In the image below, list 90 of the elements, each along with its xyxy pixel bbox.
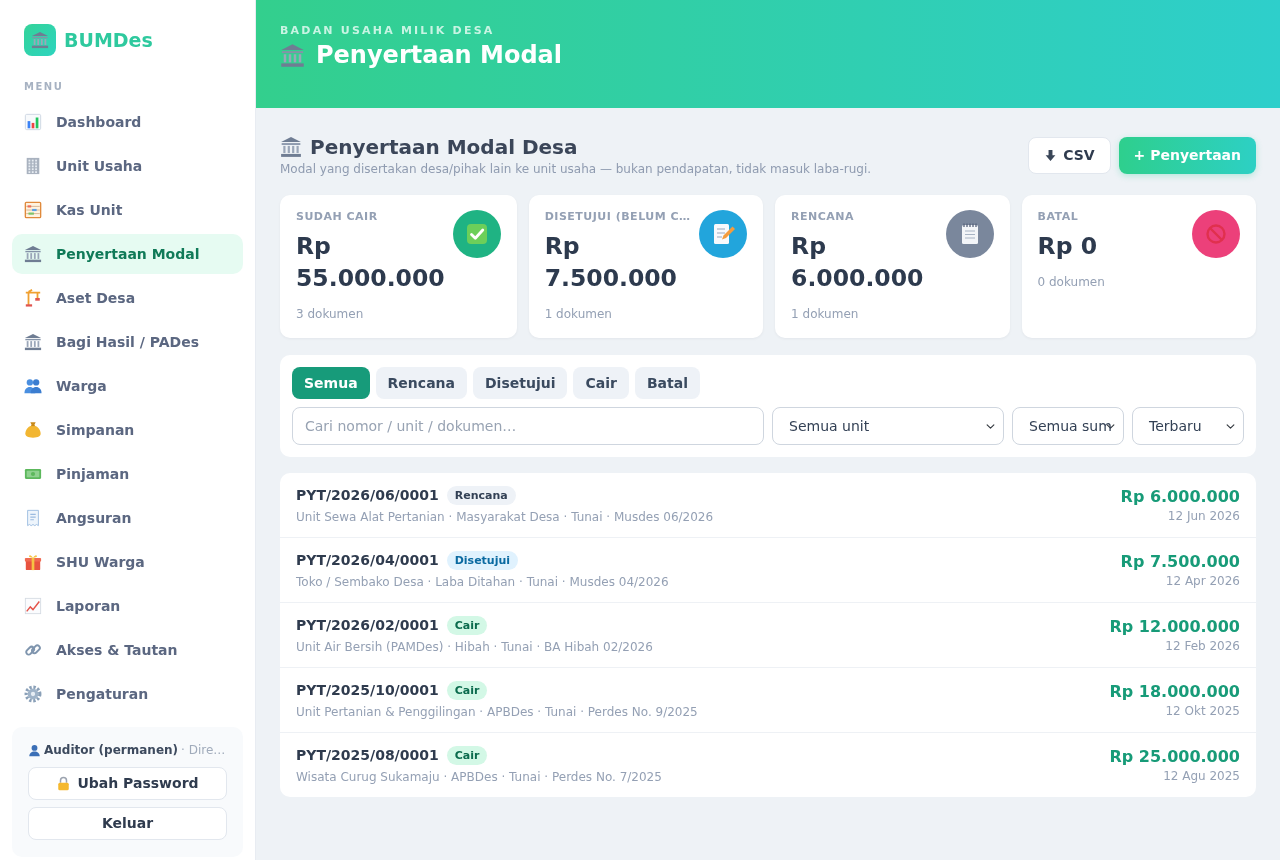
record-amount: Rp 12.000.000: [1109, 616, 1240, 637]
record-date: 12 Agu 2025: [1163, 767, 1240, 784]
stat-value: Rp 0: [1037, 231, 1097, 262]
record-date: 12 Jun 2026: [1167, 507, 1240, 524]
link-icon: [24, 641, 42, 659]
building-icon: [24, 157, 42, 175]
section-subtitle: Modal yang disertakan desa/pihak lain ke unit usaha — bukan pendapatan, tidak masuk laba-rugi.: [280, 161, 872, 178]
sidebar-item[interactable]: Laporan: [12, 586, 243, 626]
record-number: PYT/2025/10/0001: [296, 681, 439, 699]
user-icon: [28, 743, 41, 757]
stat-value: Rp 55.000.000: [296, 231, 445, 294]
sidebar-item[interactable]: Warga: [12, 366, 243, 406]
abacus-icon: [24, 201, 42, 219]
record-details: Unit Air Bersih (PAMDes) · Hibah · Tunai · BA Hibah 02/2026: [296, 638, 653, 655]
record-details: Unit Pertanian & Penggilingan · APBDes · Tunai · Perdes No. 9/2025: [296, 703, 698, 720]
export-csv-button[interactable]: CSV: [1028, 137, 1111, 174]
record-amount: Rp 6.000.000: [1120, 486, 1240, 507]
stat-note: 0 dokumen: [1037, 274, 1105, 290]
stat-note: 1 dokumen: [791, 306, 859, 322]
bar-chart-icon: [24, 113, 42, 131]
crane-icon: [24, 289, 42, 307]
sidebar-item[interactable]: Aset Desa: [12, 278, 243, 318]
gift-icon: [24, 553, 42, 571]
record-number: PYT/2025/08/0001: [296, 746, 439, 764]
filter-tab[interactable]: Batal: [634, 367, 700, 399]
sidebar-item[interactable]: Penyertaan Modal: [12, 234, 243, 274]
sidebar-item[interactable]: Akses & Tautan: [12, 630, 243, 670]
sidebar-item[interactable]: Simpanan: [12, 410, 243, 450]
money-bag-icon: [24, 421, 42, 439]
status-badge: Cair: [446, 680, 488, 700]
sidebar-item[interactable]: Unit Usaha: [12, 146, 243, 186]
user-name: Auditor (permanen): [44, 742, 179, 758]
record-date: 12 Feb 2026: [1165, 637, 1240, 654]
stat-value: Rp 6.000.000: [791, 231, 925, 294]
record-details: Wisata Curug Sukamaju · APBDes · Tunai · Perdes No. 7/2025: [296, 768, 662, 785]
status-badge: Disetujui: [446, 550, 519, 570]
stat-note: 1 dokumen: [544, 306, 612, 322]
record-amount: Rp 7.500.000: [1120, 551, 1240, 572]
brand-name: BUMDes: [64, 28, 153, 52]
stat-label: DISETUJUI (BELUM C…: [544, 210, 691, 224]
stat-label: SUDAH CAIR: [296, 210, 378, 224]
lock-icon: [56, 776, 72, 791]
bank-icon: [24, 333, 42, 351]
record-number: PYT/2026/06/0001: [296, 486, 439, 504]
record-details: Unit Sewa Alat Pertanian · Masyarakat Desa · Tunai · Musdes 06/2026: [296, 508, 714, 525]
record-amount: Rp 18.000.000: [1109, 681, 1240, 702]
record-date: 12 Apr 2026: [1165, 572, 1240, 589]
sidebar-item[interactable]: Pengaturan: [12, 674, 243, 714]
search-field[interactable]: Cari nomor / unit / dokumen…: [292, 407, 764, 445]
user-role: · Dire…: [181, 742, 226, 758]
stat-note: 3 dokumen: [296, 306, 364, 322]
logout-button[interactable]: Keluar: [28, 807, 227, 840]
settings-icon: [24, 685, 42, 703]
filter-tab[interactable]: Disetujui: [473, 367, 568, 399]
record-amount: Rp 25.000.000: [1109, 746, 1240, 767]
filter-tab[interactable]: Cair: [573, 367, 629, 399]
sidebar-item[interactable]: Pinjaman: [12, 454, 243, 494]
people-icon: [24, 377, 42, 395]
status-badge: Cair: [446, 615, 488, 635]
sidebar-item[interactable]: Kas Unit: [12, 190, 243, 230]
record-number: PYT/2026/04/0001: [296, 551, 439, 569]
filter-tab[interactable]: Semua: [292, 367, 370, 399]
section-title: Penyertaan Modal Desa: [310, 134, 578, 161]
menu-heading: MENU: [24, 81, 64, 93]
header-eyebrow: BADAN USAHA MILIK DESA: [280, 23, 495, 39]
receipt-icon: [24, 509, 42, 527]
filter-tab[interactable]: Rencana: [375, 367, 467, 399]
record-details: Toko / Sembako Desa · Laba Ditahan · Tunai · Musdes 04/2026: [296, 573, 669, 590]
sidebar-item[interactable]: SHU Warga: [12, 542, 243, 582]
dropdown[interactable]: Semua sum: [1012, 407, 1124, 445]
line-chart-icon: [24, 597, 42, 615]
stat-label: BATAL: [1037, 210, 1079, 224]
status-badge: Rencana: [446, 485, 516, 505]
sidebar-item[interactable]: Dashboard: [12, 102, 243, 142]
change-password-button[interactable]: Ubah Password: [28, 767, 227, 800]
sidebar-item[interactable]: Angsuran: [12, 498, 243, 538]
bank-icon: [24, 24, 56, 56]
stat-label: RENCANA: [791, 210, 855, 224]
record-number: PYT/2026/02/0001: [296, 616, 439, 634]
dropdown[interactable]: Semua unit: [772, 407, 1004, 445]
download-icon: [1044, 149, 1058, 162]
dropdown[interactable]: Terbaru: [1132, 407, 1244, 445]
bank-icon: [24, 245, 42, 263]
sidebar-item[interactable]: Bagi Hasil / PADes: [12, 322, 243, 362]
status-badge: Cair: [446, 745, 488, 765]
page-title: Penyertaan Modal: [316, 40, 562, 71]
stat-value: Rp 7.500.000: [544, 231, 678, 294]
bank-icon: [280, 42, 305, 68]
record-date: 12 Okt 2025: [1165, 702, 1240, 719]
bank-icon: [280, 136, 302, 158]
